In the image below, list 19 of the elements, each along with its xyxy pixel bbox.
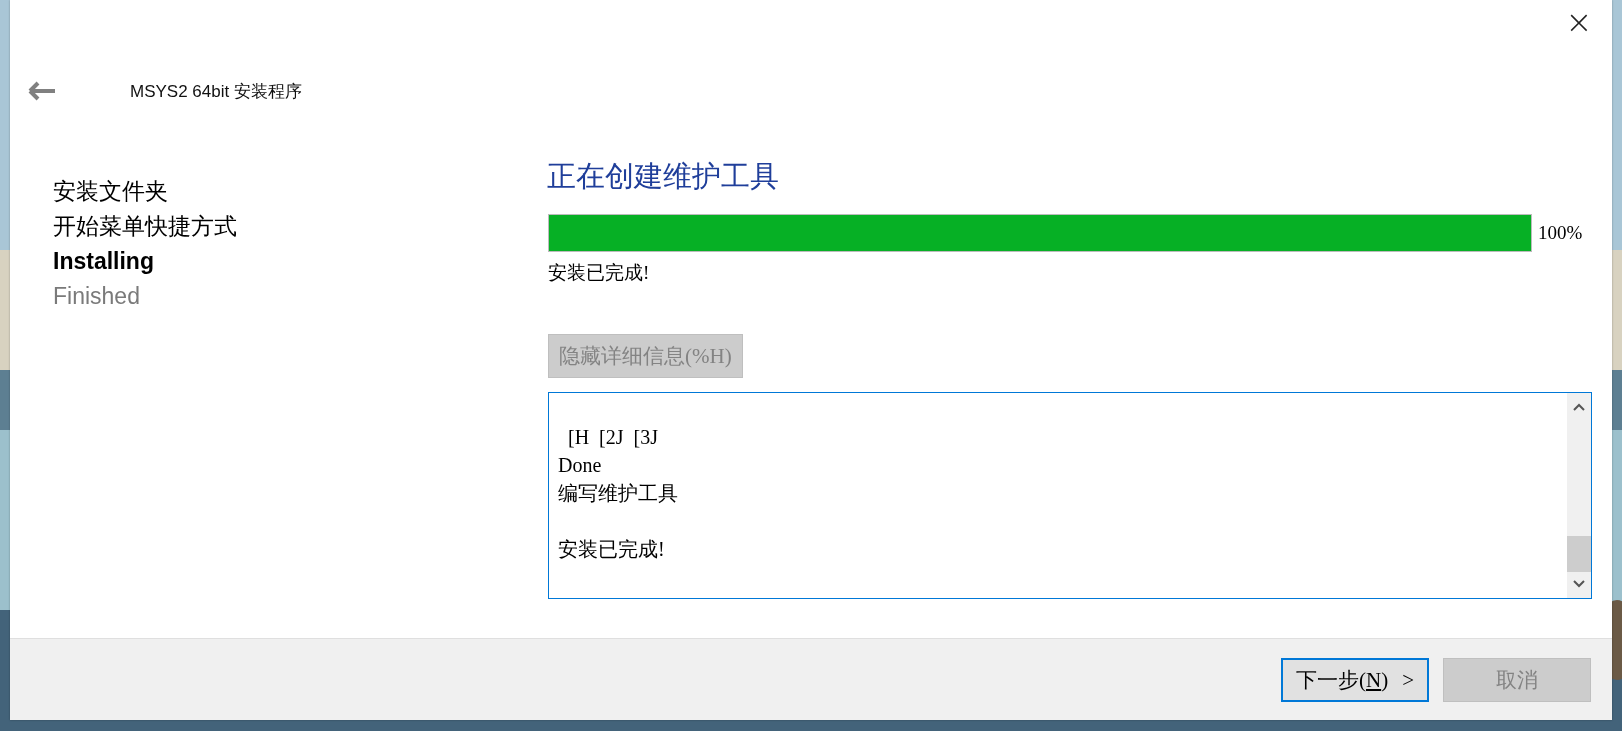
scroll-up-icon[interactable] [1573, 403, 1585, 411]
scroll-thumb[interactable] [1567, 536, 1591, 572]
close-button[interactable]: × [1554, 0, 1604, 44]
status-text: 安装已完成! [548, 261, 650, 285]
step-item: Installing [53, 247, 155, 276]
progress-reading: 100% [1538, 222, 1583, 244]
step-item: 安装文件夹 [53, 177, 169, 206]
page-heading: 正在创建维护工具 [547, 159, 779, 194]
log-line: 编写维护工具 [558, 481, 679, 506]
next-button[interactable]: 下一步(N) > [1281, 657, 1429, 702]
log-line: 安装已完成! [558, 537, 666, 562]
log-line: [H [2J [3J [567, 425, 659, 450]
window-title: MSYS2 64bit 安装程序 [130, 80, 302, 103]
log-line: Done [558, 453, 603, 478]
step-item: 开始菜单快捷方式 [53, 212, 238, 241]
scroll-down-icon[interactable] [1573, 580, 1585, 588]
scrollbar[interactable] [1567, 393, 1591, 598]
back-arrow-icon[interactable] [28, 81, 56, 101]
step-item: Finished [53, 282, 141, 311]
